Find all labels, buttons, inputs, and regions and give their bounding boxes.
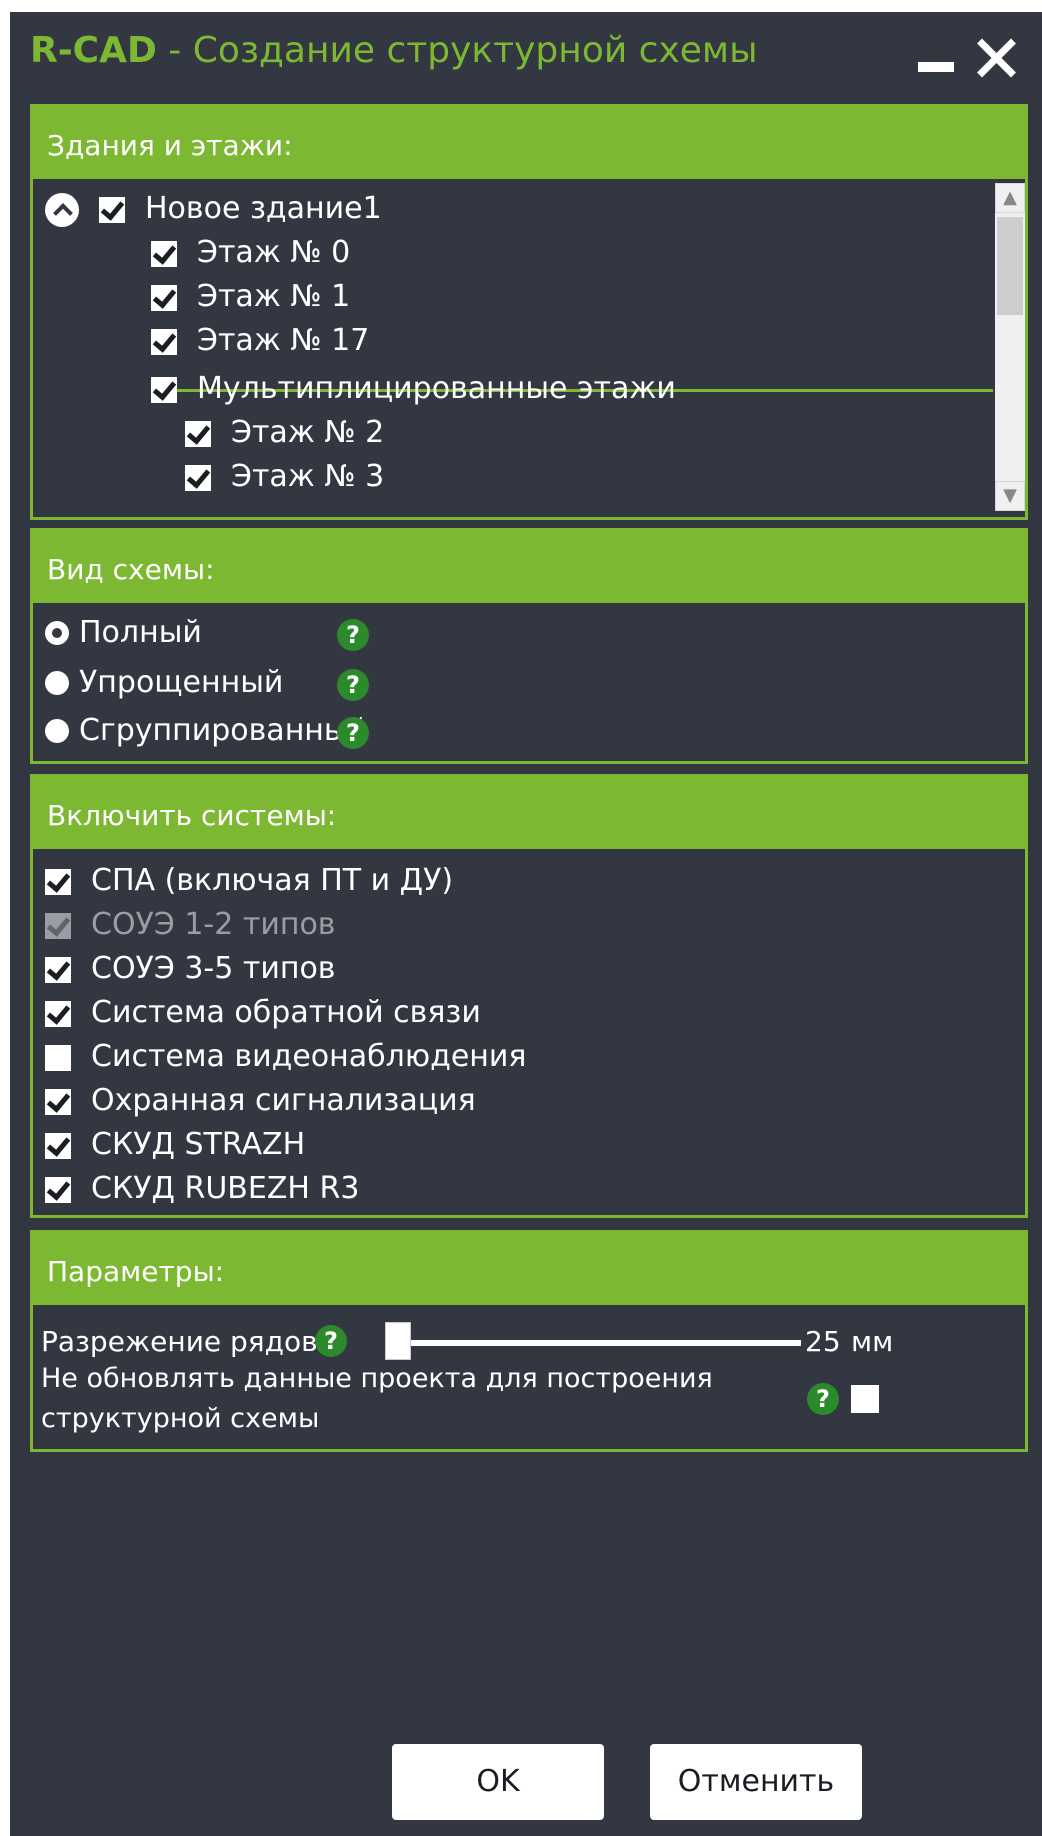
row-spacing-value: 25 [805,1325,841,1358]
scroll-up-icon[interactable]: ▲ [995,183,1025,213]
tree-scrollbar[interactable]: ▲ ▼ [995,183,1025,511]
no-update-label-line2: структурной схемы [41,1403,320,1434]
window-title: R-CAD - Создание структурной схемы [30,30,758,71]
radio-full[interactable] [45,621,69,645]
floor-checkbox[interactable] [151,241,177,267]
schema-view-options: Полный ? Упрощенный ? Сгруппированный ? [33,603,1025,761]
row-spacing-unit: мм [851,1325,894,1358]
radio-full-label[interactable]: Полный [79,615,202,650]
floor-group-label: Мультиплицированные этажи [197,371,676,406]
row-spacing-slider-track[interactable] [401,1340,801,1346]
floor-checkbox[interactable] [151,329,177,355]
system-checkbox[interactable] [45,869,71,895]
floor-label: Этаж № 1 [197,279,351,314]
system-label: СОУЭ 1-2 типов [91,907,336,942]
floor-label: Этаж № 17 [197,323,370,358]
building-checkbox[interactable] [99,197,125,223]
radio-simplified[interactable] [45,671,69,695]
minimize-icon[interactable] [918,62,954,72]
params-section: Параметры: Разрежение рядов ? 25 мм Не о… [30,1230,1028,1452]
radio-simplified-label[interactable]: Упрощенный [79,665,283,700]
system-label: СКУД STRAZH [91,1127,306,1162]
systems-list: СПА (включая ПТ и ДУ) СОУЭ 1-2 типов СОУ… [33,849,1025,1215]
floor-label: Этаж № 2 [231,415,385,450]
title-bar: R-CAD - Создание структурной схемы [10,12,1042,104]
floor-checkbox[interactable] [151,285,177,311]
radio-grouped[interactable] [45,719,69,743]
dialog-window: R-CAD - Создание структурной схемы Здани… [10,12,1042,1836]
params-body: Разрежение рядов ? 25 мм Не обновлять да… [33,1305,1025,1449]
brand-label: R-CAD [30,30,157,71]
system-label: Система обратной связи [91,995,481,1030]
buildings-tree: Новое здание1 Этаж № 0 Этаж № 1 Этаж № 1… [33,179,1025,517]
no-update-checkbox[interactable] [851,1385,879,1413]
scroll-down-icon[interactable]: ▼ [995,481,1025,511]
row-spacing-label: Разрежение рядов [41,1325,318,1358]
help-icon[interactable]: ? [315,1325,347,1357]
help-icon[interactable]: ? [807,1383,839,1415]
floor-label: Этаж № 3 [231,459,385,494]
system-label: СОУЭ 3-5 типов [91,951,336,986]
system-checkbox[interactable] [45,1089,71,1115]
help-icon[interactable]: ? [337,669,369,701]
system-label: Система видеонаблюдения [91,1039,527,1074]
cancel-button[interactable]: Отменить [650,1744,862,1820]
close-icon[interactable] [976,38,1016,78]
system-checkbox[interactable] [45,1133,71,1159]
system-checkbox [45,913,71,939]
params-header: Параметры: [33,1233,1025,1305]
system-checkbox[interactable] [45,1001,71,1027]
help-icon[interactable]: ? [337,717,369,749]
system-checkbox[interactable] [45,1177,71,1203]
radio-grouped-label[interactable]: Сгруппированный [79,713,367,748]
systems-header: Включить системы: [33,777,1025,849]
no-update-label-line1: Не обновлять данные проекта для построен… [41,1363,713,1394]
floor-checkbox[interactable] [185,465,211,491]
building-label: Новое здание1 [145,191,382,226]
system-label: Охранная сигнализация [91,1083,476,1118]
schema-view-header: Вид схемы: [33,531,1025,603]
buildings-header: Здания и этажи: [33,107,1025,179]
floor-group-checkbox[interactable] [151,377,177,403]
title-text: - Создание структурной схемы [156,30,758,71]
ok-button[interactable]: OK [392,1744,604,1820]
collapse-icon[interactable] [45,193,79,227]
schema-view-section: Вид схемы: Полный ? Упрощенный ? Сгруппи… [30,528,1028,764]
systems-section: Включить системы: СПА (включая ПТ и ДУ) … [30,774,1028,1218]
scroll-thumb[interactable] [997,217,1023,315]
floor-checkbox[interactable] [185,421,211,447]
buildings-section: Здания и этажи: Новое здание1 Этаж № 0 Э… [30,104,1028,520]
system-checkbox[interactable] [45,1045,71,1071]
help-icon[interactable]: ? [337,619,369,651]
system-label: СКУД RUBEZH R3 [91,1171,360,1206]
system-checkbox[interactable] [45,957,71,983]
floor-label: Этаж № 0 [197,235,351,270]
row-spacing-slider-thumb[interactable] [385,1322,411,1360]
system-label: СПА (включая ПТ и ДУ) [91,863,454,898]
